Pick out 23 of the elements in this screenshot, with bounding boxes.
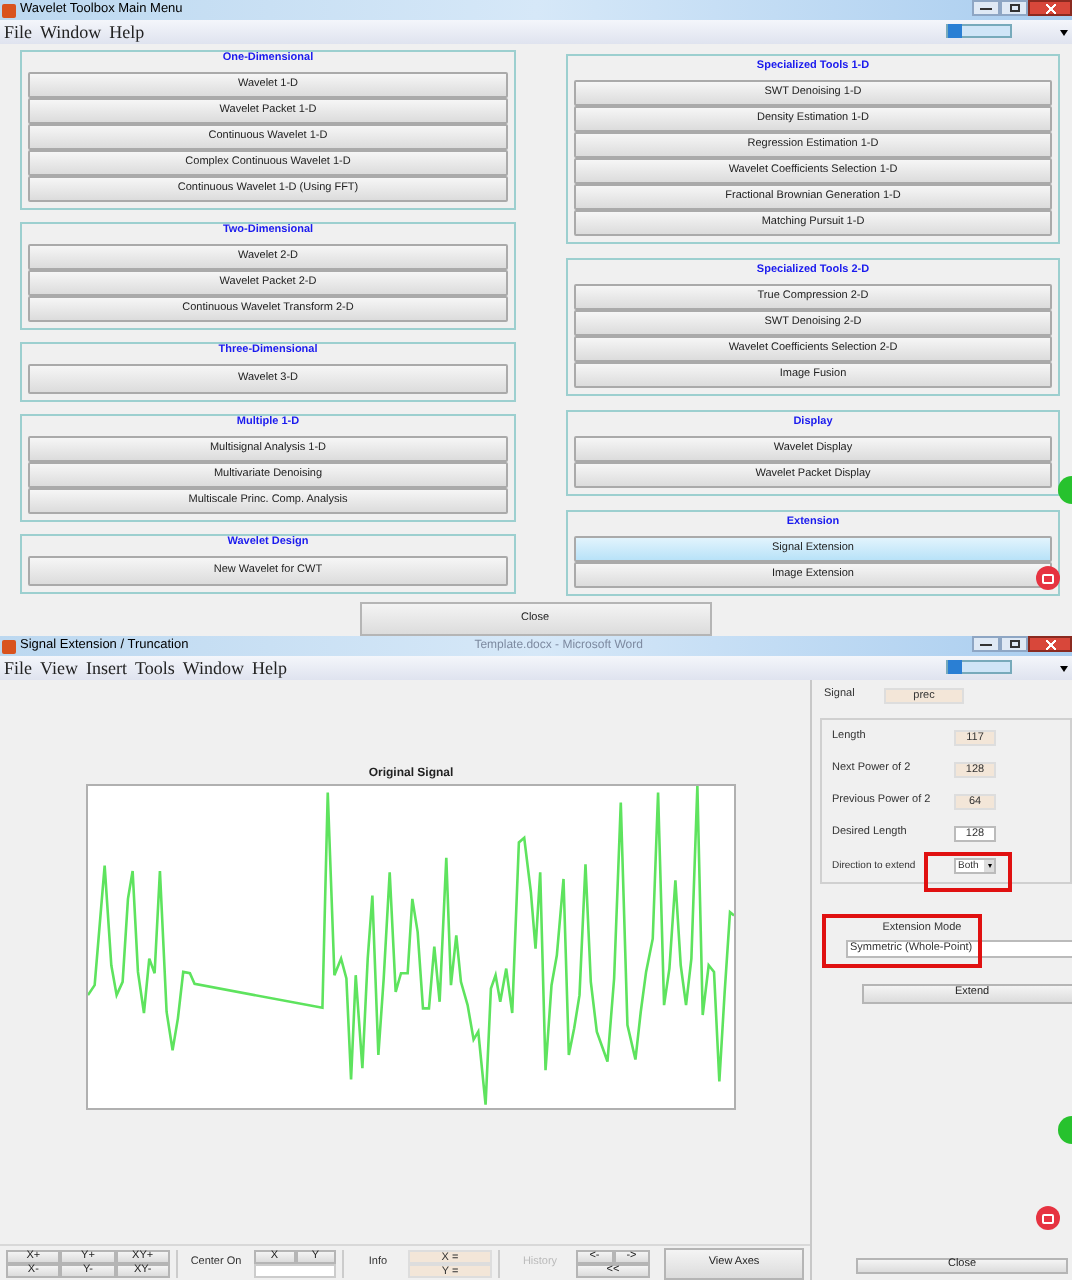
close-window-button[interactable] (1028, 636, 1072, 652)
menu-item[interactable]: Window (36, 23, 106, 41)
annotation-box (924, 852, 1012, 892)
menu-item[interactable]: Insert (81, 659, 131, 677)
maximize-button[interactable] (1000, 636, 1028, 652)
menu-item[interactable]: Window (178, 659, 248, 677)
app-icon (2, 3, 16, 17)
minimize-button[interactable] (972, 0, 1000, 16)
dropdown-icon (984, 860, 994, 872)
menu-item[interactable]: File (0, 659, 37, 677)
app-icon (2, 639, 16, 653)
menu-item[interactable]: View (36, 659, 82, 677)
menu-item[interactable]: Tools (130, 659, 179, 677)
minimize-button[interactable] (972, 636, 1000, 652)
menu-item[interactable]: Help (248, 659, 291, 677)
dropdown-icon (1060, 666, 1068, 672)
menu-item[interactable]: Help (105, 23, 149, 41)
status-badge (946, 24, 1012, 38)
menu-item[interactable]: File (0, 23, 37, 41)
close-window-button[interactable] (1028, 0, 1072, 16)
maximize-button[interactable] (1000, 0, 1028, 16)
status-badge (946, 660, 1012, 674)
dropdown-icon (1060, 30, 1068, 36)
